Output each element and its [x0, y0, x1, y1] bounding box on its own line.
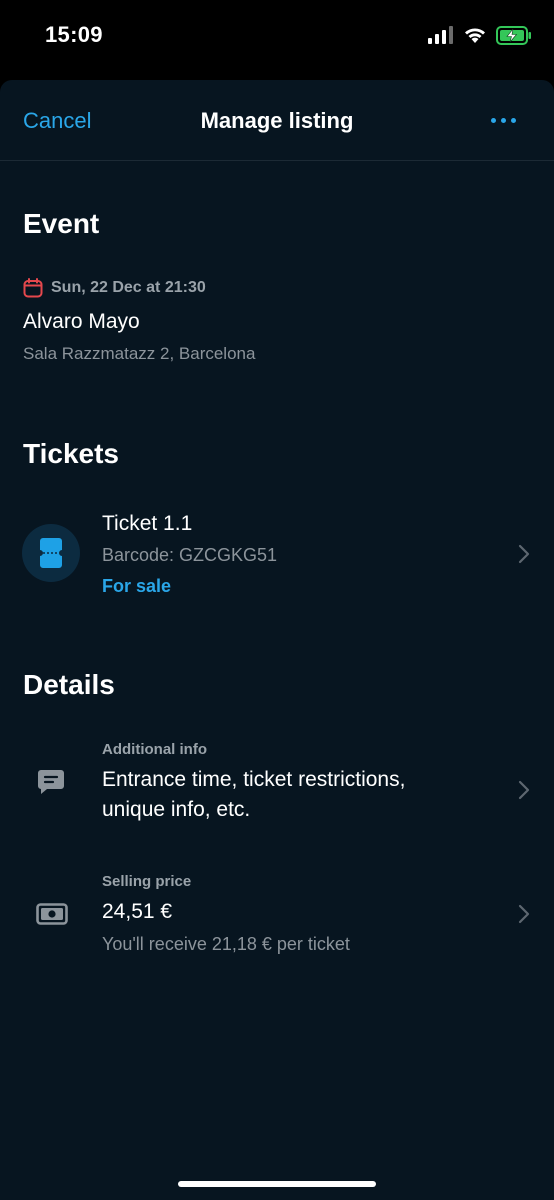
- chevron-right-icon: [518, 780, 530, 800]
- additional-info-row[interactable]: Additional info Entrance time, ticket re…: [0, 730, 554, 840]
- event-date-text: Sun, 22 Dec at 21:30: [51, 279, 206, 296]
- ticket-name: Ticket 1.1: [102, 512, 193, 535]
- more-icon[interactable]: [491, 118, 516, 123]
- selling-price-label: Selling price: [102, 873, 192, 890]
- ticket-icon-wrap: [22, 524, 80, 582]
- chevron-right-icon: [518, 544, 530, 564]
- cash-icon: [36, 903, 68, 925]
- additional-info-label: Additional info: [102, 741, 207, 758]
- page-title: Manage listing: [200, 108, 354, 133]
- ticket-icon: [40, 538, 62, 568]
- calendar-icon: [23, 278, 43, 298]
- tickets-section-title: Tickets: [23, 438, 119, 469]
- nav-bar: Cancel Manage listing: [0, 80, 554, 161]
- manage-listing-sheet: Cancel Manage listing Event Sun, 22 Dec …: [0, 80, 554, 1200]
- status-bar: 15:09: [0, 0, 554, 80]
- event-date: Sun, 22 Dec at 21:30: [23, 278, 206, 298]
- event-name: Alvaro Mayo: [23, 310, 140, 333]
- status-time: 15:09: [45, 22, 103, 47]
- event-section-title: Event: [23, 208, 100, 239]
- selling-price-note: You'll receive 21,18 € per ticket: [102, 934, 350, 954]
- selling-price-value: 24,51 €: [102, 900, 173, 923]
- chevron-right-icon: [518, 904, 530, 924]
- selling-price-row[interactable]: Selling price 24,51 € You'll receive 21,…: [0, 863, 554, 973]
- home-indicator[interactable]: [178, 1181, 376, 1187]
- wifi-icon: [465, 28, 485, 43]
- additional-info-line2: unique info, etc.: [102, 798, 251, 821]
- signal-icon: [428, 26, 453, 44]
- ticket-status: For sale: [102, 576, 172, 596]
- chat-icon: [38, 770, 64, 794]
- event-venue: Sala Razzmatazz 2, Barcelona: [23, 344, 256, 363]
- battery-charging-icon: [496, 25, 531, 45]
- ticket-barcode: Barcode: GZCGKG51: [102, 545, 278, 565]
- details-section-title: Details: [23, 669, 115, 700]
- ticket-row[interactable]: Ticket 1.1 Barcode: GZCGKG51 For sale: [0, 500, 554, 610]
- status-icons: [428, 24, 532, 46]
- additional-info-line1: Entrance time, ticket restrictions,: [102, 768, 406, 791]
